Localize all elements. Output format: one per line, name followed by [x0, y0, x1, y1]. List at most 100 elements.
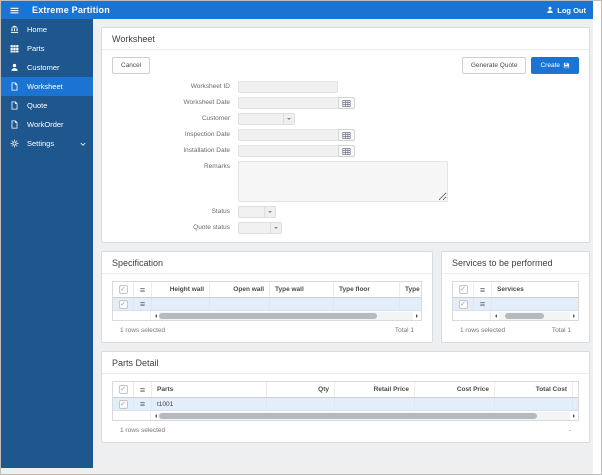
customer-select[interactable] — [238, 113, 295, 125]
remarks-textarea[interactable] — [238, 161, 448, 202]
bank-icon — [9, 25, 19, 35]
sidebar-item-label: Settings — [27, 139, 55, 148]
app-frame: Extreme Partition Log Out Home Parts Cus… — [1, 1, 593, 474]
file-icon — [9, 120, 19, 130]
cell-open-wall — [209, 298, 269, 310]
scrollbar-thumb[interactable] — [159, 412, 538, 419]
row-actions-menu-icon[interactable]: ≡ — [473, 282, 491, 297]
column-header-parts[interactable]: Parts — [151, 382, 266, 397]
frozen-columns-gap — [113, 311, 151, 320]
parts-detail-table-row[interactable]: ✓ ≡ t1001 — [113, 398, 578, 411]
grids-row: Specification ✓ ≡ Height wall Open wall … — [101, 251, 590, 343]
row-actions-menu-icon[interactable]: ≡ — [133, 398, 151, 410]
row-actions-menu-icon[interactable]: ≡ — [133, 282, 151, 297]
calendar-icon — [342, 147, 351, 155]
frozen-columns-gap — [113, 411, 151, 420]
scrollbar-thumb[interactable] — [504, 312, 544, 319]
calendar-icon — [342, 131, 351, 139]
select-all-cell: ✓ — [113, 382, 133, 397]
sidebar-item-workorder[interactable]: WorkOrder — [1, 115, 93, 134]
inspection-date-field[interactable] — [238, 129, 338, 141]
sidebar-item-quote[interactable]: Quote — [1, 96, 93, 115]
worksheet-id-field[interactable] — [238, 81, 338, 93]
cell-type-floor — [333, 298, 399, 310]
app-window: Extreme Partition Log Out Home Parts Cus… — [0, 0, 602, 475]
column-header-services[interactable]: Services — [491, 282, 578, 297]
quote-status-label: Quote status — [193, 224, 230, 231]
column-header-cost-price[interactable]: Cost Price — [414, 382, 494, 397]
select-all-cell: ✓ — [113, 282, 133, 297]
sidebar-item-label: Parts — [27, 44, 45, 53]
top-navigation-bar: Extreme Partition Log Out — [1, 1, 593, 19]
sidebar-item-customer[interactable]: Customer — [1, 58, 93, 77]
specification-table-row[interactable]: ✓ ≡ — [113, 298, 421, 311]
scroll-left-arrow[interactable] — [151, 412, 159, 420]
total-count: - — [568, 427, 571, 434]
row-actions-menu-icon[interactable]: ≡ — [133, 298, 151, 310]
cancel-button[interactable]: Cancel — [112, 57, 151, 74]
column-header-total-cost[interactable]: Total Cost — [494, 382, 572, 397]
services-grid-footer: 1 rows selected Total 1 — [452, 321, 579, 336]
sidebar-item-home[interactable]: Home — [1, 20, 93, 39]
parts-detail-grid: ✓ ≡ Parts Qty Retail Price Cost Price To… — [112, 381, 579, 421]
scroll-right-arrow[interactable] — [570, 412, 578, 420]
worksheet-date-picker-button[interactable] — [338, 97, 355, 109]
sidebar-item-parts[interactable]: Parts — [1, 39, 93, 58]
row-actions-menu-icon[interactable]: ≡ — [473, 298, 491, 310]
worksheet-toolbar: Cancel Generate Quote Create — [112, 57, 579, 74]
scrollbar-track[interactable] — [159, 311, 413, 320]
installation-date-picker-button[interactable] — [338, 145, 355, 157]
scrollbar-track[interactable] — [159, 411, 570, 420]
cell-total-cost — [494, 398, 572, 410]
column-header-type-wall[interactable]: Type wall — [269, 282, 333, 297]
app-title: Extreme Partition — [32, 5, 110, 15]
file-icon — [9, 101, 19, 111]
create-button[interactable]: Create — [531, 57, 579, 74]
row-actions-menu-icon[interactable]: ≡ — [133, 382, 151, 397]
generate-quote-button[interactable]: Generate Quote — [461, 57, 527, 74]
column-header-qty[interactable]: Qty — [266, 382, 334, 397]
scrollbar-thumb[interactable] — [159, 312, 378, 319]
sidebar-item-settings[interactable]: Settings — [1, 134, 93, 153]
inspection-date-picker-button[interactable] — [338, 129, 355, 141]
select-all-checkbox[interactable]: ✓ — [458, 285, 468, 294]
scroll-right-arrow[interactable] — [570, 312, 578, 320]
row-checkbox[interactable]: ✓ — [118, 399, 128, 409]
app-body: Home Parts Customer Worksheet Quote Work… — [1, 19, 593, 474]
status-select-value — [239, 207, 264, 217]
column-header-type-floor[interactable]: Type floor — [333, 282, 399, 297]
chevron-down-icon[interactable] — [79, 140, 87, 148]
cell-qty — [266, 398, 334, 410]
select-arrow-icon — [270, 223, 281, 233]
scroll-left-arrow[interactable] — [491, 312, 499, 320]
logout-button[interactable]: Log Out — [546, 6, 586, 15]
scroll-left-arrow[interactable] — [151, 312, 159, 320]
services-table-row[interactable]: ✓ ≡ — [453, 298, 578, 311]
quote-status-select[interactable] — [238, 222, 282, 234]
column-header-open-wall[interactable]: Open wall — [209, 282, 269, 297]
parts-detail-hscrollbar — [113, 411, 578, 420]
status-select[interactable] — [238, 206, 276, 218]
worksheet-date-field[interactable] — [238, 97, 338, 109]
column-header-type-finish[interactable]: Type fini — [399, 282, 421, 297]
select-all-checkbox[interactable]: ✓ — [118, 385, 128, 394]
select-all-checkbox[interactable]: ✓ — [118, 285, 128, 294]
services-region: Services to be performed ✓ ≡ Services ✓ — [441, 251, 590, 343]
sidebar-item-label: WorkOrder — [27, 120, 64, 129]
cell-blank — [572, 398, 583, 410]
inspection-date-label: Inspection Date — [184, 131, 230, 138]
hamburger-menu-icon[interactable] — [8, 4, 20, 16]
cell-type-wall — [269, 298, 333, 310]
column-header-height-wall[interactable]: Height wall — [151, 282, 209, 297]
remarks-label: Remarks — [203, 163, 230, 170]
cell-height-wall — [151, 298, 209, 310]
row-checkbox[interactable]: ✓ — [118, 299, 128, 309]
row-checkbox[interactable]: ✓ — [458, 299, 468, 309]
installation-date-field[interactable] — [238, 145, 338, 157]
scroll-right-arrow[interactable] — [413, 312, 421, 320]
scrollbar-track[interactable] — [499, 311, 570, 320]
worksheet-region: Worksheet Cancel Generate Quote Create W… — [101, 27, 590, 243]
sidebar-item-worksheet[interactable]: Worksheet — [1, 77, 93, 96]
column-header-retail-price[interactable]: Retail Price — [334, 382, 414, 397]
parts-detail-region-title: Parts Detail — [102, 352, 589, 374]
